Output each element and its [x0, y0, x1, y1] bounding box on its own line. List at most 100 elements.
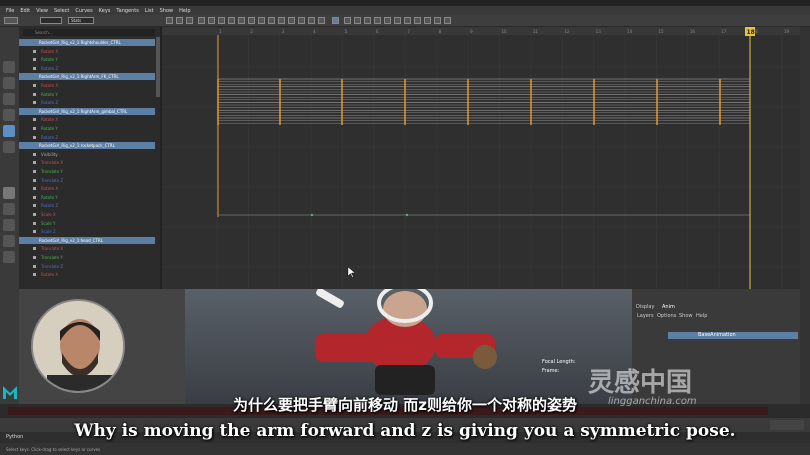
- menu-options[interactable]: Options: [657, 313, 676, 319]
- channel-color-icon: [33, 247, 36, 251]
- help-text: Select keys. Click-drag to select keys o…: [6, 447, 101, 452]
- current-frame-label: 18: [747, 29, 755, 36]
- tool-icon[interactable]: [354, 17, 361, 24]
- outliner-channel[interactable]: Rotate X: [19, 185, 155, 192]
- menu-edit[interactable]: Edit: [20, 8, 30, 14]
- tool-icon[interactable]: [344, 17, 351, 24]
- layout-icon[interactable]: [3, 187, 15, 199]
- menu-list[interactable]: List: [145, 8, 154, 14]
- outliner-node[interactable]: RocketGirl_Rig_v2_1:RightArm_FK_CTRL: [19, 73, 155, 81]
- outliner-channel[interactable]: Rotate Z: [19, 134, 155, 141]
- tool-icon[interactable]: [414, 17, 421, 24]
- outliner-node[interactable]: RocketGirl_Rig_v2_1:Rightshoulder_CTRL: [19, 39, 155, 46]
- outliner-channel[interactable]: Rotate Y: [19, 194, 155, 201]
- tool-icon[interactable]: [298, 17, 305, 24]
- menu-show[interactable]: Show: [160, 8, 174, 14]
- outliner-channel[interactable]: Translate X: [19, 159, 155, 166]
- outliner-channel[interactable]: Translate Y: [19, 254, 155, 261]
- tool-icon[interactable]: [308, 17, 315, 24]
- tab-anim[interactable]: Anim: [662, 304, 675, 310]
- outliner-channel[interactable]: Rotate X: [19, 116, 155, 123]
- menu-show[interactable]: Show: [679, 313, 693, 319]
- layout-icon[interactable]: [3, 251, 15, 263]
- keyframe-point: [405, 213, 409, 217]
- tool-icon[interactable]: [434, 17, 441, 24]
- menu-curves[interactable]: Curves: [75, 8, 92, 14]
- menu-help[interactable]: Help: [696, 313, 707, 319]
- graph-editor[interactable]: 1 2 3 4 5 6 7 8 9 10 11 12 13 14 15 16 17 18 19 18: [162, 27, 807, 289]
- lasso-tool-icon[interactable]: [3, 77, 15, 89]
- channel-color-icon: [33, 101, 36, 105]
- outliner-channel[interactable]: Scale Y: [19, 220, 155, 227]
- outliner-channel[interactable]: Visibility: [19, 151, 155, 158]
- layout-icon[interactable]: [3, 235, 15, 247]
- tool-icon[interactable]: [176, 17, 183, 24]
- viewport[interactable]: Focal Length: Frame:: [185, 289, 632, 404]
- tool-icon[interactable]: [218, 17, 225, 24]
- paint-tool-icon[interactable]: [3, 93, 15, 105]
- outliner-channel[interactable]: Scale X: [19, 211, 155, 218]
- anim-layer-row[interactable]: BaseAnimation: [668, 332, 798, 339]
- tool-icon[interactable]: [364, 17, 371, 24]
- outliner-channel[interactable]: Rotate Z: [19, 202, 155, 209]
- tool-icon[interactable]: [444, 17, 451, 24]
- move-tool-icon[interactable]: [3, 109, 15, 121]
- outliner-channel[interactable]: Rotate X: [19, 82, 155, 89]
- outliner-channel[interactable]: Translate Y: [19, 168, 155, 175]
- graph-curves[interactable]: 1 2 3 4 5 6 7 8 9 10 11 12 13 14 15 16 17 18 1918: [162, 27, 807, 289]
- rotate-tool-icon[interactable]: [3, 125, 15, 137]
- outliner-scrollbar[interactable]: [156, 37, 160, 97]
- tool-icon[interactable]: [288, 17, 295, 24]
- outliner-channel[interactable]: Rotate Y: [19, 56, 155, 63]
- menu-view[interactable]: View: [36, 8, 48, 14]
- outliner-channel[interactable]: Rotate X: [19, 48, 155, 55]
- tool-icon[interactable]: [318, 17, 325, 24]
- outliner-channel[interactable]: Translate X: [19, 245, 155, 252]
- outliner-channel[interactable]: Rotate Y: [19, 125, 155, 132]
- tool-icon[interactable]: [268, 17, 275, 24]
- tool-icon[interactable]: [166, 17, 173, 24]
- outliner-channel[interactable]: Rotate Z: [19, 99, 155, 106]
- outliner-channel[interactable]: Translate Z: [19, 263, 155, 270]
- scale-tool-icon[interactable]: [3, 141, 15, 153]
- outliner-channel[interactable]: Rotate Y: [19, 91, 155, 98]
- tool-icon[interactable]: [208, 17, 215, 24]
- menu-keys[interactable]: Keys: [99, 8, 111, 14]
- tab-display[interactable]: Display: [636, 304, 654, 310]
- outliner-channel[interactable]: Scale Z: [19, 228, 155, 235]
- tool-icon[interactable]: [394, 17, 401, 24]
- tool-icon[interactable]: [198, 17, 205, 24]
- tool-icon[interactable]: [384, 17, 391, 24]
- tool-icon[interactable]: [238, 17, 245, 24]
- menu-tangents[interactable]: Tangents: [116, 8, 138, 14]
- tool-icon[interactable]: [186, 17, 193, 24]
- menu-help[interactable]: Help: [179, 8, 190, 14]
- layout-icon[interactable]: [3, 203, 15, 215]
- frame-label: Frame:: [542, 368, 560, 374]
- select-tool-icon[interactable]: [3, 61, 15, 73]
- menu-layers[interactable]: Layers: [637, 313, 654, 319]
- tool-icon[interactable]: [424, 17, 431, 24]
- tool-icon[interactable]: [248, 17, 255, 24]
- tool-icon[interactable]: [228, 17, 235, 24]
- menu-select[interactable]: Select: [54, 8, 69, 14]
- tool-icon-active[interactable]: [332, 17, 339, 24]
- outliner-channel[interactable]: Rotate Z: [19, 65, 155, 72]
- tool-icon[interactable]: [278, 17, 285, 24]
- layout-icon[interactable]: [3, 219, 15, 231]
- time-field[interactable]: [40, 17, 62, 24]
- channel-color-icon: [33, 66, 36, 70]
- outliner-channel[interactable]: Translate Z: [19, 177, 155, 184]
- ruler-tick-label: 7: [407, 29, 410, 34]
- outliner-node[interactable]: RocketGirl_Rig_v2_1:rocketpack_CTRL: [19, 142, 155, 150]
- stats-field[interactable]: Stats: [68, 17, 94, 24]
- menu-file[interactable]: File: [6, 8, 14, 14]
- outliner-node[interactable]: RocketGirl_Rig_v2_1:RightArm_gimbal_CTRL: [19, 107, 155, 115]
- tool-icon[interactable]: [258, 17, 265, 24]
- outliner-node[interactable]: RocketGirl_Rig_v2_1:head_CTRL: [19, 236, 155, 244]
- outliner-search-input[interactable]: Search...: [23, 29, 155, 36]
- outliner-channel[interactable]: Rotate X: [19, 271, 155, 278]
- tool-icon[interactable]: [374, 17, 381, 24]
- tool-icon[interactable]: [404, 17, 411, 24]
- mode-button[interactable]: [4, 17, 18, 24]
